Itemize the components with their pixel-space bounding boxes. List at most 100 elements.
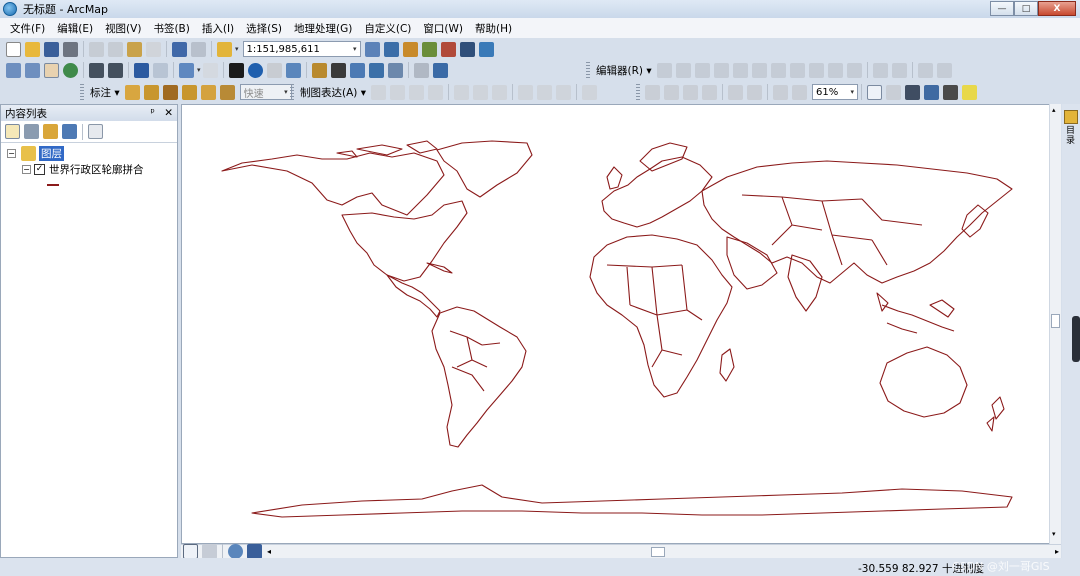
catalog-tab-icon[interactable] xyxy=(1064,110,1078,124)
full-extent-icon[interactable] xyxy=(63,62,78,78)
toc-close-icon[interactable]: ✕ xyxy=(164,107,173,119)
split-icon[interactable] xyxy=(827,62,843,78)
fixed-zoom-out-page-icon[interactable] xyxy=(747,84,762,100)
vertical-scroll-thumb[interactable] xyxy=(1051,314,1060,328)
menu-insert[interactable]: 插入(I) xyxy=(196,21,240,36)
close-button[interactable]: X xyxy=(1038,1,1076,16)
editor-options-icon[interactable] xyxy=(936,62,952,78)
pause-drawing-icon[interactable] xyxy=(247,544,262,559)
scroll-up-icon[interactable]: ▴ xyxy=(1052,106,1059,114)
create-features-icon[interactable] xyxy=(917,62,933,78)
redo-icon[interactable] xyxy=(191,41,206,57)
copy-icon[interactable] xyxy=(108,41,123,57)
select-elements-icon[interactable] xyxy=(228,62,244,78)
map-vertical-scrollbar[interactable]: ▴ ▾ xyxy=(1049,104,1061,544)
sketch-properties-icon[interactable] xyxy=(891,62,907,78)
find-route-icon[interactable] xyxy=(349,62,365,78)
save-icon[interactable] xyxy=(44,41,59,57)
layout-zoom-in-icon[interactable] xyxy=(645,84,660,100)
lock-labels-icon[interactable] xyxy=(181,84,197,100)
zoom-out-icon[interactable] xyxy=(25,62,40,78)
lasso-select-icon[interactable] xyxy=(408,84,424,100)
menu-customize[interactable]: 自定义(C) xyxy=(358,21,417,36)
go-forward-extent-icon[interactable] xyxy=(792,84,807,100)
trace-icon[interactable] xyxy=(732,62,748,78)
undo-icon[interactable] xyxy=(172,41,187,57)
list-by-source-icon[interactable] xyxy=(24,124,39,139)
editor-toolbar-icon[interactable] xyxy=(364,41,380,57)
layout-zoom-out-icon[interactable] xyxy=(664,84,679,100)
erase-icon[interactable] xyxy=(491,84,507,100)
horizontal-scroll-thumb[interactable] xyxy=(651,546,666,557)
time-slider-icon[interactable] xyxy=(387,62,403,78)
edit-annotation-icon[interactable] xyxy=(675,62,691,78)
label-priority-icon[interactable] xyxy=(143,84,159,100)
fixed-zoom-out-icon[interactable] xyxy=(108,62,123,78)
editor-menu[interactable]: 编辑器(R) ▾ xyxy=(593,63,655,78)
layer-visibility-checkbox[interactable]: ✓ xyxy=(34,163,45,175)
label-weights-icon[interactable] xyxy=(162,84,178,100)
hyperlink-icon[interactable] xyxy=(266,62,282,78)
move-icon[interactable] xyxy=(555,84,571,100)
scroll-down-icon[interactable]: ▾ xyxy=(1052,530,1059,538)
menu-bookmarks[interactable]: 书签(B) xyxy=(147,21,195,36)
cut-polygons-icon[interactable] xyxy=(808,62,824,78)
go-back-extent-icon[interactable] xyxy=(773,84,788,100)
forward-extent-icon[interactable] xyxy=(153,62,168,78)
search-window-icon[interactable] xyxy=(421,41,437,57)
fixed-zoom-in-page-icon[interactable] xyxy=(728,84,743,100)
toc-pin-icon[interactable]: ᵖ xyxy=(150,107,155,119)
edit-vertices-icon[interactable] xyxy=(770,62,786,78)
model-builder-icon[interactable] xyxy=(478,41,494,57)
collapse-icon[interactable]: − xyxy=(7,148,16,158)
direct-select-icon[interactable] xyxy=(389,84,405,100)
layer-name[interactable]: 世界行政区轮廓拼合 xyxy=(49,162,144,177)
free-representation-icon[interactable] xyxy=(453,84,469,100)
refresh-icon[interactable] xyxy=(228,544,243,559)
pan-icon[interactable] xyxy=(44,62,59,78)
back-extent-icon[interactable] xyxy=(134,62,149,78)
representation-menu[interactable]: 制图表达(A) ▾ xyxy=(297,85,369,100)
html-popup-icon[interactable] xyxy=(285,62,301,78)
reshape-icon[interactable] xyxy=(789,62,805,78)
delete-icon[interactable] xyxy=(146,41,161,57)
menu-geoprocessing[interactable]: 地理处理(G) xyxy=(288,21,358,36)
list-by-selection-icon[interactable] xyxy=(62,124,77,139)
menu-view[interactable]: 视图(V) xyxy=(99,21,147,36)
list-by-visibility-icon[interactable] xyxy=(43,124,58,139)
identify-icon[interactable] xyxy=(247,62,263,78)
rotate-icon[interactable] xyxy=(846,62,862,78)
layout-zoom-combo[interactable]: 61% ▾ xyxy=(812,84,858,100)
layout-view-icon[interactable] xyxy=(202,544,217,559)
menu-help[interactable]: 帮助(H) xyxy=(469,21,518,36)
rep-lasso-icon[interactable] xyxy=(427,84,443,100)
edit-tool-icon[interactable] xyxy=(656,62,672,78)
draw-icon[interactable] xyxy=(472,84,488,100)
end-point-arc-icon[interactable] xyxy=(713,62,729,78)
zoom-whole-page-icon[interactable] xyxy=(702,84,717,100)
scroll-right-icon[interactable]: ▸ xyxy=(1055,547,1059,556)
view-unplaced-icon[interactable] xyxy=(219,84,235,100)
straight-segment-icon[interactable] xyxy=(694,62,710,78)
menu-windows[interactable]: 窗口(W) xyxy=(417,21,469,36)
point-icon[interactable] xyxy=(751,62,767,78)
label-menu[interactable]: 标注 ▾ xyxy=(87,85,123,100)
magnifier-window-icon[interactable] xyxy=(432,62,448,78)
attributes-icon[interactable] xyxy=(872,62,888,78)
toggle-draft-mode-icon[interactable] xyxy=(867,84,882,100)
print-icon[interactable] xyxy=(63,41,78,57)
measure-icon[interactable] xyxy=(311,62,327,78)
cut-icon[interactable] xyxy=(89,41,104,57)
layer-row[interactable]: − ✓ 世界行政区轮廓拼合 xyxy=(22,162,144,176)
viewer-window-icon[interactable] xyxy=(413,62,429,78)
table-of-contents-icon[interactable] xyxy=(383,41,399,57)
representation-properties-icon[interactable] xyxy=(581,84,597,100)
menu-selection[interactable]: 选择(S) xyxy=(240,21,288,36)
select-representation-icon[interactable] xyxy=(370,84,386,100)
catalog-tab-label[interactable]: 目录 xyxy=(1066,126,1076,146)
menu-edit[interactable]: 编辑(E) xyxy=(51,21,99,36)
layout-pan-icon[interactable] xyxy=(683,84,698,100)
maximize-button[interactable]: □ xyxy=(1014,1,1038,16)
fixed-zoom-in-icon[interactable] xyxy=(89,62,104,78)
scale-combo[interactable]: 1:151,985,611 ▾ xyxy=(242,41,361,57)
